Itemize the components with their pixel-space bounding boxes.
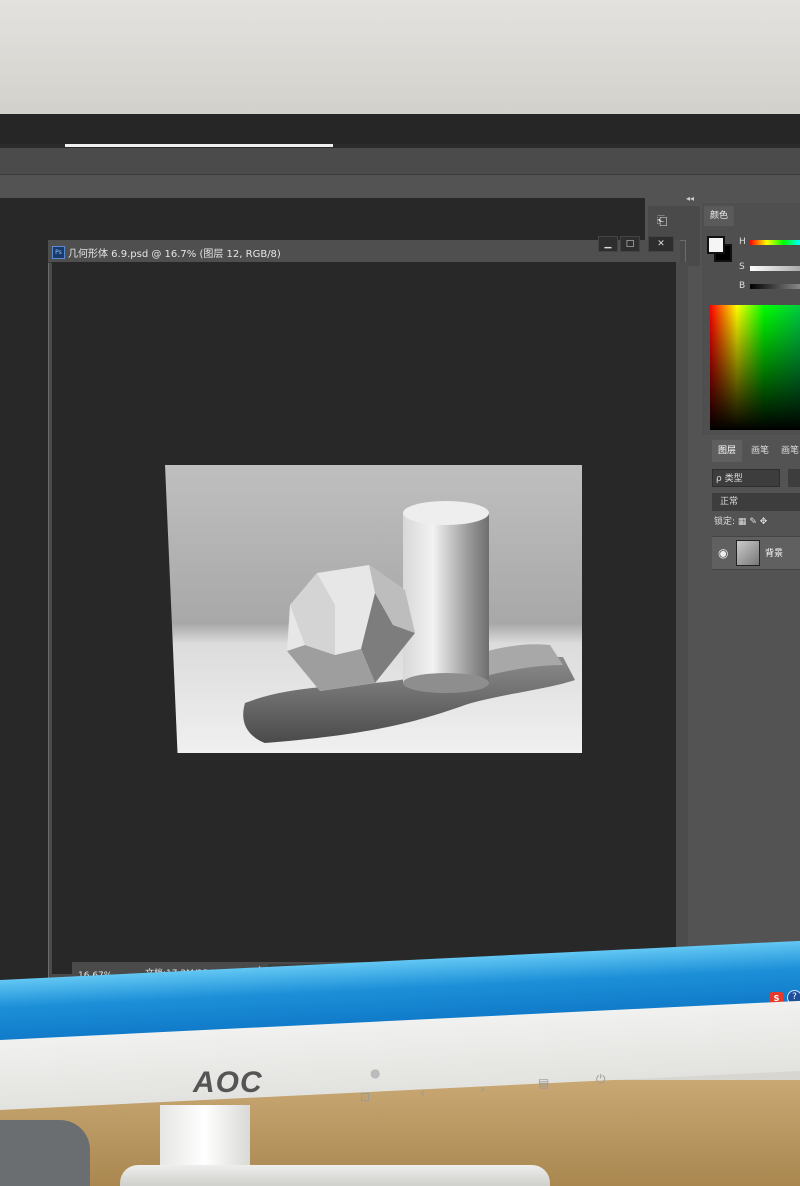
filter-icon[interactable] — [788, 469, 800, 487]
slider-label-s: S — [739, 262, 745, 272]
minimize-button[interactable]: ▁ — [598, 236, 618, 252]
lock-pixels-icon[interactable]: ▦ — [738, 517, 747, 527]
menu-icon[interactable]: ▤ — [538, 1076, 549, 1090]
vertical-scrollbar[interactable] — [676, 262, 688, 974]
canvas-artwork[interactable] — [165, 465, 582, 753]
lock-label: 锁定: — [714, 517, 736, 527]
slider-label-h: H — [739, 237, 746, 247]
tab-layers[interactable]: 图层 — [712, 440, 742, 462]
eye-icon[interactable]: ◉ — [718, 546, 728, 560]
color-picker-field[interactable] — [710, 305, 800, 430]
layer-thumbnail — [736, 540, 760, 566]
monitor-stand-base — [120, 1165, 550, 1186]
saturation-slider[interactable] — [750, 266, 800, 271]
left-arrow-icon[interactable]: ‹ — [420, 1086, 425, 1100]
lock-paint-icon[interactable]: ✎ — [749, 517, 757, 527]
tab-brush[interactable]: 画笔 — [745, 440, 775, 462]
ps-app-icon: Ps — [52, 246, 65, 259]
collapse-panels-icon[interactable]: ◂◂ — [686, 194, 694, 203]
brightness-slider[interactable] — [750, 284, 800, 289]
tab-brush-preset[interactable]: 画笔 — [778, 440, 800, 462]
power-led-icon: ● — [370, 1066, 381, 1080]
still-life-drawing — [243, 501, 575, 743]
monitor-brand-logo: AOC — [193, 1066, 263, 1099]
background-wall — [0, 0, 800, 120]
screen-top-strip — [0, 114, 800, 144]
lock-position-icon[interactable]: ✥ — [760, 517, 768, 527]
blend-mode-select[interactable]: 正常 — [712, 493, 800, 511]
hue-slider[interactable] — [750, 240, 800, 245]
tab-color[interactable]: 颜色 — [704, 206, 734, 226]
top-scroll-indicator — [65, 144, 333, 147]
maximize-button[interactable]: □ — [620, 236, 640, 252]
lock-row: 锁定: ▦ ✎ ✥ — [714, 514, 767, 527]
power-icon[interactable]: ⏻ — [596, 1072, 606, 1087]
layer-kind-filter[interactable]: ρ 类型 — [712, 469, 780, 487]
foreground-color-swatch[interactable] — [707, 236, 725, 254]
layer-name[interactable]: 背景 — [765, 546, 783, 559]
close-button[interactable]: ✕ — [648, 236, 674, 252]
document-title: 几何形体 6.9.psd @ 16.7% (图层 12, RGB/8) — [68, 249, 281, 260]
input-source-icon[interactable]: ⊡ — [360, 1090, 370, 1104]
app-menubar — [0, 148, 800, 174]
right-arrow-icon[interactable]: › — [480, 1082, 485, 1096]
slider-label-b: B — [739, 281, 746, 291]
desk-cloth — [0, 1120, 90, 1186]
history-icon[interactable]: ⎗ — [657, 214, 673, 230]
options-bar — [0, 174, 800, 199]
